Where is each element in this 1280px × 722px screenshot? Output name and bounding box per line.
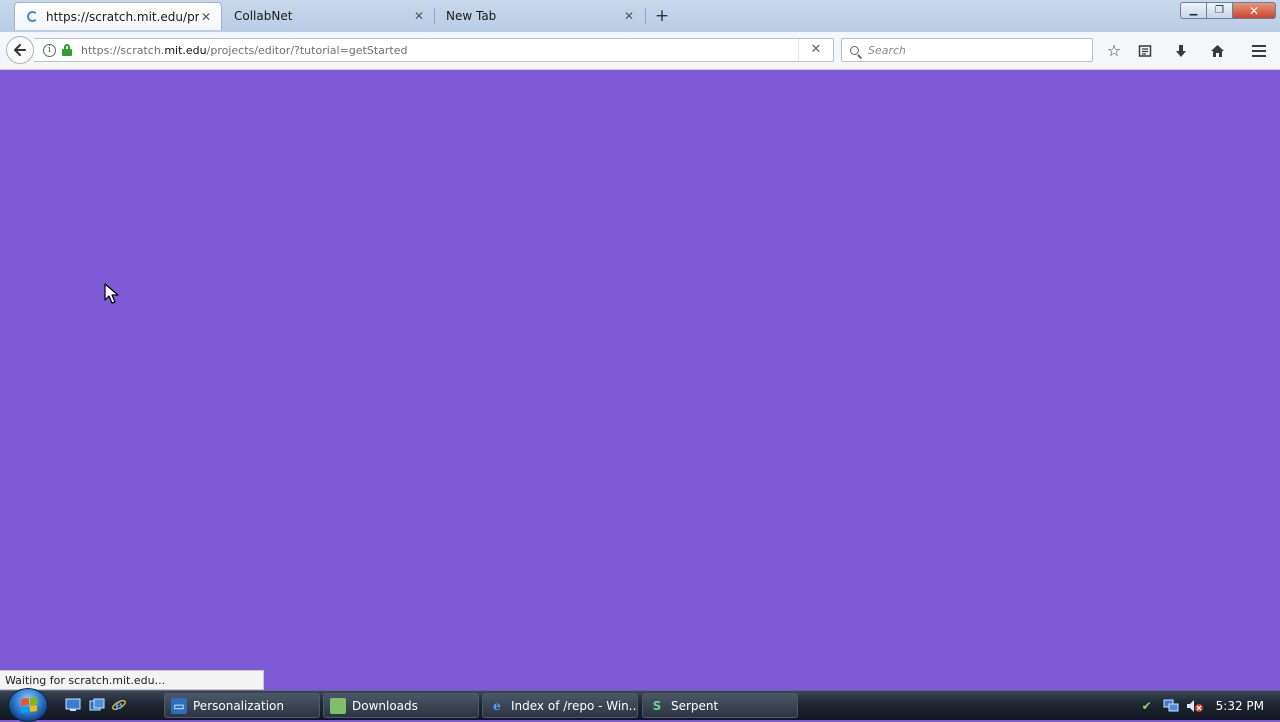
reading-list-icon[interactable] [1132, 38, 1158, 64]
url-text[interactable]: https://scratch.mit.edu/projects/editor/… [81, 44, 798, 57]
bookmark-star-icon[interactable]: ☆ [1101, 38, 1127, 64]
restore-button[interactable]: ❐ [1207, 2, 1233, 19]
internet-explorer-icon: e [493, 698, 501, 713]
home-icon[interactable] [1204, 38, 1230, 64]
stop-loading-icon[interactable]: ✕ [798, 39, 833, 61]
switch-windows-icon[interactable] [88, 697, 106, 713]
minimize-button[interactable]: ▁ [1180, 2, 1207, 19]
mouse-cursor-icon [104, 283, 119, 304]
search-placeholder: Search [868, 43, 907, 57]
svg-text:e: e [115, 698, 123, 712]
tab-scratch[interactable]: https://scratch.mit.edu/proj ✕ [14, 2, 222, 30]
close-tab-icon[interactable]: ✕ [412, 9, 426, 23]
reading-list-glyph [1138, 45, 1152, 57]
taskbar-button-serpent[interactable]: S Serpent [642, 693, 798, 718]
taskbar-button-label: Downloads [352, 698, 418, 713]
taskbar-button-personalization[interactable]: ▭ Personalization [164, 693, 320, 718]
monitor-icon: ▭ [171, 697, 187, 714]
navigation-toolbar: i https://scratch.mit.edu/projects/edito… [0, 32, 1280, 70]
ie-glyph: e [112, 698, 126, 712]
secure-lock-icon [62, 44, 72, 56]
taskbar-clock[interactable]: 5:32 PM [1216, 699, 1264, 713]
system-tray: ✔ 5:32 PM [1138, 691, 1280, 720]
home-glyph [1210, 45, 1224, 57]
windows-taskbar: e ▭ Personalization Downloads e Index of… [0, 688, 1280, 722]
close-tab-icon[interactable]: ✕ [622, 9, 636, 23]
window-controls: ▁ ❐ ✕ [1180, 2, 1276, 19]
network-glyph [1163, 699, 1179, 711]
loading-spinner-icon [27, 11, 38, 22]
taskbar-button-index-of-repo[interactable]: e Index of /repo - Win... [482, 693, 638, 718]
hamburger-glyph [1252, 45, 1266, 57]
start-button[interactable] [8, 688, 48, 722]
show-desktop-icon[interactable] [64, 697, 82, 713]
desktop-glyph [65, 698, 81, 711]
network-icon[interactable] [1162, 698, 1180, 714]
security-check-icon[interactable]: ✔ [1138, 698, 1156, 714]
url-path: /projects/editor/?tutorial=getStarted [206, 43, 408, 57]
close-window-button[interactable]: ✕ [1233, 2, 1276, 19]
new-tab-plus-icon[interactable]: + [652, 6, 672, 26]
status-bar: Waiting for scratch.mit.edu... [0, 670, 264, 690]
windows-stack-glyph [89, 698, 105, 711]
tab-title: New Tab [446, 9, 497, 23]
tab-separator [645, 8, 646, 24]
hamburger-menu-icon[interactable] [1246, 38, 1272, 64]
url-bar[interactable]: i https://scratch.mit.edu/projects/edito… [34, 38, 834, 62]
windows-logo-icon [21, 697, 37, 713]
tab-new-tab[interactable]: New Tab ✕ [434, 2, 644, 30]
tab-title: CollabNet [234, 9, 293, 23]
url-prefix: https://scratch. [81, 43, 165, 57]
tab-strip: https://scratch.mit.edu/proj ✕ CollabNet… [0, 0, 1280, 32]
tab-title: https://scratch.mit.edu/proj [46, 9, 199, 24]
folder-icon [330, 697, 346, 714]
download-icon[interactable] [1168, 38, 1194, 64]
taskbar-button-label: Index of /repo - Win... [511, 698, 638, 713]
search-icon [850, 45, 859, 55]
back-button[interactable] [6, 36, 34, 64]
back-arrow-icon [14, 44, 26, 56]
download-arrow-glyph [1176, 45, 1186, 57]
speaker-muted-glyph [1186, 699, 1203, 712]
url-host: mit.edu [164, 43, 207, 57]
close-tab-icon[interactable]: ✕ [199, 10, 213, 24]
site-info-icon[interactable]: i [43, 43, 56, 57]
page-content-loading [0, 70, 1280, 690]
search-box[interactable]: Search [841, 38, 1093, 62]
taskbar-button-downloads[interactable]: Downloads [323, 693, 479, 718]
volume-muted-icon[interactable] [1186, 698, 1204, 714]
serpent-app-icon: S [652, 698, 662, 713]
taskbar-button-label: Serpent [671, 698, 719, 713]
taskbar-button-label: Personalization [193, 698, 284, 713]
tab-collabnet[interactable]: CollabNet ✕ [222, 2, 434, 30]
internet-explorer-icon[interactable]: e [110, 697, 128, 713]
